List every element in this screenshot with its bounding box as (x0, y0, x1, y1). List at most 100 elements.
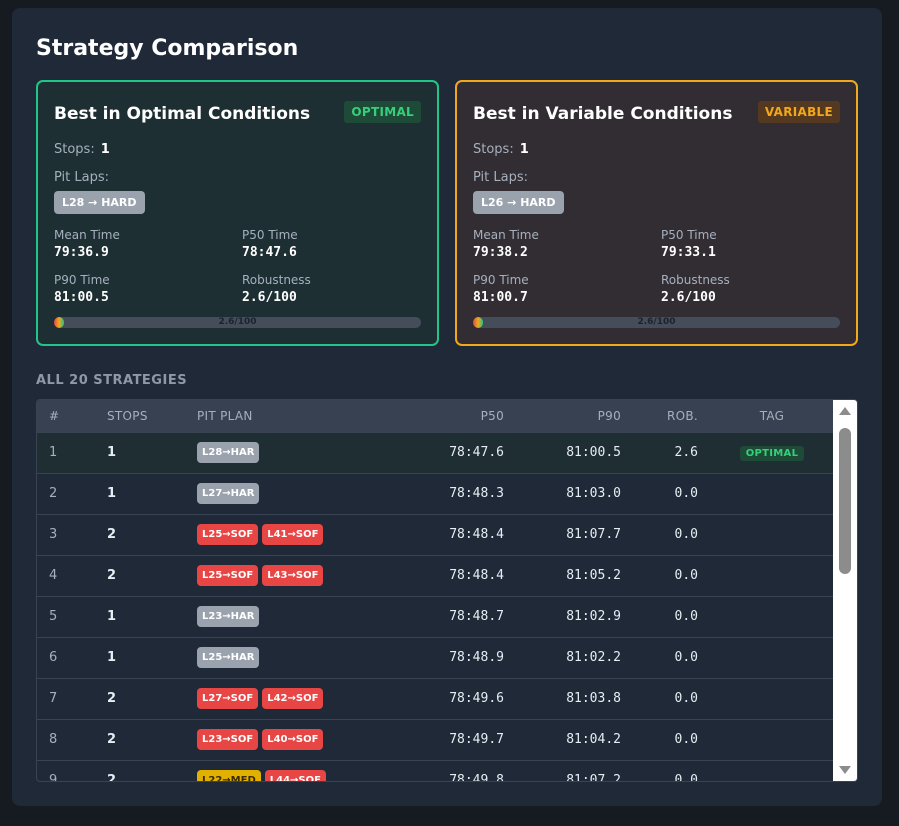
mean-time-label: Mean Time (54, 228, 120, 242)
strategy-comparison-panel: Strategy Comparison Best in Optimal Cond… (12, 8, 882, 806)
mean-time-stat: Mean Time 79:38.2 (473, 228, 539, 260)
pit-stop-chip: L25→HAR (197, 647, 260, 668)
table-row[interactable]: 7 2 L27→SOF L42→SOF 78:49.6 81:03.8 0.0 (37, 678, 834, 719)
row-p90: 81:03.8 (566, 691, 621, 706)
optimal-tag-badge: OPTIMAL (739, 445, 805, 461)
row-index: 4 (49, 568, 58, 583)
table-row[interactable]: 1 1 L28→HAR 78:47.6 81:00.5 2.6 OPTIMAL (37, 432, 834, 473)
robustness-label: Robustness (242, 273, 311, 287)
row-p90: 81:04.2 (566, 732, 621, 747)
robustness-stat: Robustness 2.6/100 (242, 273, 311, 305)
col-header-tag[interactable]: TAG (710, 400, 834, 432)
row-index: 9 (49, 773, 58, 782)
pit-laps-label: Pit Laps: (473, 170, 529, 185)
robustness-value: 2.6/100 (242, 290, 297, 305)
robustness-bar: 2.6/100 (54, 317, 421, 328)
row-index: 3 (49, 527, 58, 542)
table-row[interactable]: 3 2 L25→SOF L41→SOF 78:48.4 81:07.7 0.0 (37, 514, 834, 555)
row-p90: 81:02.2 (566, 650, 621, 665)
table-scrollbar[interactable] (833, 400, 857, 781)
col-header-robustness[interactable]: ROB. (633, 400, 710, 432)
col-header-stops[interactable]: STOPS (95, 400, 185, 432)
table-row[interactable]: 5 1 L23→HAR 78:48.7 81:02.9 0.0 (37, 596, 834, 637)
row-robustness: 0.0 (674, 650, 698, 665)
pit-chip: L26 → HARD (473, 191, 564, 214)
p50-time-label: P50 Time (661, 228, 717, 242)
pit-stop-chip: L25→SOF (197, 524, 259, 545)
row-index: 7 (49, 691, 58, 706)
pit-stop-chip: L22→MED (197, 770, 261, 781)
table-row[interactable]: 4 2 L25→SOF L43→SOF 78:48.4 81:05.2 0.0 (37, 555, 834, 596)
row-stops: 1 (107, 445, 117, 460)
row-p90: 81:00.5 (566, 445, 621, 460)
card-title: Best in Variable Conditions (473, 104, 733, 124)
row-p90: 81:07.2 (566, 773, 621, 782)
row-tag-cell (710, 473, 834, 514)
robustness-value: 2.6/100 (661, 290, 716, 305)
row-tag-cell (710, 719, 834, 760)
row-stops: 1 (107, 609, 117, 624)
best-variable-card: Best in Variable Conditions VARIABLE Sto… (455, 80, 858, 346)
p50-time-stat: P50 Time 78:47.6 (242, 228, 298, 260)
row-index: 5 (49, 609, 58, 624)
row-stops: 2 (107, 691, 117, 706)
row-robustness: 0.0 (674, 732, 698, 747)
pit-chip: L28 → HARD (54, 191, 145, 214)
row-pit-plan: L27→HAR (185, 473, 385, 514)
scroll-down-icon[interactable] (837, 763, 853, 777)
row-robustness: 0.0 (674, 609, 698, 624)
row-stops: 1 (107, 650, 117, 665)
row-p90: 81:03.0 (566, 486, 621, 501)
p50-time-label: P50 Time (242, 228, 298, 242)
col-header-p50[interactable]: P50 (385, 400, 516, 432)
robustness-bar-text: 2.6/100 (637, 317, 676, 327)
scroll-up-icon[interactable] (837, 404, 853, 418)
row-pit-plan: L27→SOF L42→SOF (185, 678, 385, 719)
table-row[interactable]: 6 1 L25→HAR 78:48.9 81:02.2 0.0 (37, 637, 834, 678)
row-index: 6 (49, 650, 58, 665)
row-pit-plan: L22→MED L44→SOF (185, 760, 385, 781)
row-index: 8 (49, 732, 58, 747)
mean-time-value: 79:36.9 (54, 245, 109, 260)
pit-stop-chip: L28→HAR (197, 442, 260, 463)
row-p50: 78:49.7 (449, 732, 504, 747)
row-p90: 81:07.7 (566, 527, 621, 542)
table-row[interactable]: 8 2 L23→SOF L40→SOF 78:49.7 81:04.2 0.0 (37, 719, 834, 760)
row-p50: 78:48.9 (449, 650, 504, 665)
table-header-row: # STOPS PIT PLAN P50 P90 ROB. TAG (37, 400, 834, 432)
row-p50: 78:48.7 (449, 609, 504, 624)
table-body: 1 1 L28→HAR 78:47.6 81:00.5 2.6 OPTIMAL 2 1 L27→H… (37, 432, 834, 782)
row-tag-cell (710, 514, 834, 555)
strategies-table-container[interactable]: # STOPS PIT PLAN P50 P90 ROB. TAG 1 1 L28→… (36, 399, 858, 782)
all-strategies-label: ALL 20 STRATEGIES (36, 373, 188, 388)
row-robustness: 0.0 (674, 691, 698, 706)
col-header-index[interactable]: # (37, 400, 95, 432)
row-pit-plan: L28→HAR (185, 432, 385, 473)
scroll-thumb[interactable] (839, 428, 851, 574)
row-stops: 2 (107, 773, 117, 782)
pit-stop-chip: L25→SOF (197, 565, 259, 586)
pit-stop-chip: L27→HAR (197, 483, 260, 504)
p90-time-value: 81:00.5 (54, 290, 109, 305)
page-title: Strategy Comparison (36, 36, 299, 61)
row-p50: 78:49.8 (449, 773, 504, 782)
table-row[interactable]: 2 1 L27→HAR 78:48.3 81:03.0 0.0 (37, 473, 834, 514)
row-pit-plan: L25→SOF L41→SOF (185, 514, 385, 555)
row-tag-cell (710, 637, 834, 678)
row-stops: 2 (107, 527, 117, 542)
best-optimal-card: Best in Optimal Conditions OPTIMAL Stops… (36, 80, 439, 346)
row-stops: 2 (107, 732, 117, 747)
col-header-p90[interactable]: P90 (516, 400, 633, 432)
table-row[interactable]: 9 2 L22→MED L44→SOF 78:49.8 81:07.2 0.0 (37, 760, 834, 782)
pit-stop-chip: L23→SOF (197, 729, 259, 750)
row-pit-plan: L23→HAR (185, 596, 385, 637)
stops-line: Stops: 1 (473, 142, 529, 157)
p90-time-label: P90 Time (473, 273, 529, 287)
col-header-pit-plan[interactable]: PIT PLAN (185, 400, 385, 432)
pit-stop-chip: L44→SOF (264, 770, 326, 781)
p50-time-stat: P50 Time 79:33.1 (661, 228, 717, 260)
optimal-badge: OPTIMAL (344, 101, 421, 123)
robustness-stat: Robustness 2.6/100 (661, 273, 730, 305)
row-p90: 81:02.9 (566, 609, 621, 624)
row-tag-cell (710, 555, 834, 596)
